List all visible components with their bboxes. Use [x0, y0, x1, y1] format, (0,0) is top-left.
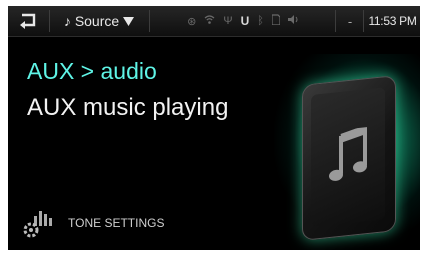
music-note-icon: ♪	[63, 13, 71, 29]
back-button[interactable]	[8, 6, 48, 36]
head-unit-screen: ♪ Source ⊛ Ψ U ᛒ - 11:53 PM AUX > audio …	[8, 6, 420, 250]
wifi-icon	[204, 14, 215, 28]
sd-card-icon	[271, 14, 281, 28]
statusbar-divider	[335, 10, 336, 32]
source-dropdown[interactable]: ♪ Source	[51, 6, 147, 36]
tone-settings-button[interactable]: TONE SETTINGS	[22, 206, 164, 240]
source-label: Source	[74, 13, 120, 29]
statusbar-divider	[49, 10, 50, 32]
bluetooth-icon: ᛒ	[257, 15, 264, 27]
clock: 11:53 PM	[368, 14, 417, 28]
statusbar-divider	[149, 10, 150, 32]
usb-icon: Ψ	[223, 15, 233, 27]
statusbar-divider	[363, 10, 364, 32]
volume-icon	[287, 14, 299, 28]
settings-icon: ⊛	[187, 15, 197, 28]
device-screen	[311, 87, 385, 227]
triangle-down-icon	[123, 16, 135, 26]
music-note-icon	[329, 126, 367, 181]
gear-equalizer-icon	[22, 208, 52, 238]
separator-text: -	[347, 13, 353, 29]
tone-settings-label: TONE SETTINGS	[68, 216, 165, 230]
back-arrow-icon	[20, 13, 36, 29]
status-icons: ⊛ Ψ U ᛒ	[153, 6, 333, 36]
u-icon: U	[240, 14, 250, 28]
playback-status: AUX music playing	[27, 94, 229, 121]
source-title: AUX > audio	[27, 58, 157, 84]
aux-device-artwork	[302, 75, 396, 241]
status-bar: ♪ Source ⊛ Ψ U ᛒ - 11:53 PM	[8, 6, 420, 37]
